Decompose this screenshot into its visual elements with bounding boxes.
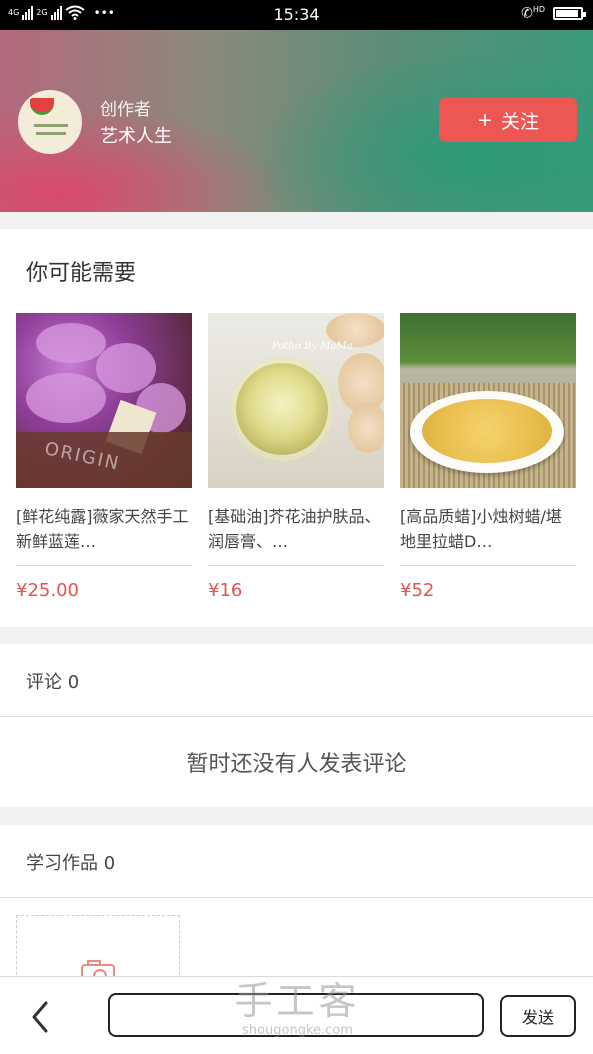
recommend-section: 你可能需要 ORIGIN [鲜花纯露]薇家天然手工新鲜蓝莲… ¥25.00 Po… [0,229,593,627]
watermelon-icon [30,98,54,115]
works-section: 学习作品 0 [0,825,593,995]
back-button[interactable] [28,997,62,1037]
chevron-left-icon [32,1001,48,1033]
product-price: ¥25.00 [16,580,79,601]
works-header: 学习作品 0 [26,853,116,874]
photo-watermark: Potho By MaMa [272,341,353,352]
status-bar: 4G 2G ••• 15:34 ✆HD [0,0,593,30]
product-card[interactable]: ORIGIN [鲜花纯露]薇家天然手工新鲜蓝莲… ¥25.00 [16,313,192,601]
avatar[interactable] [18,90,82,154]
product-price: ¥16 [208,580,243,601]
product-card[interactable]: Potho By MaMa [基础油]芥花油护肤品、润唇膏、… ¥16 [208,313,384,601]
product-price: ¥52 [400,580,435,601]
comments-header: 评论 0 [26,672,80,693]
comments-section: 评论 0 暂时还没有人发表评论 [0,644,593,807]
product-card[interactable]: [高品质蜡]小烛树蜡/堪地里拉蜡D… ¥52 [400,313,576,601]
empty-comments-text: 暂时还没有人发表评论 [186,752,407,777]
flower-photo[interactable]: ORIGIN [16,313,192,488]
divider [208,565,384,566]
clock: 15:34 [273,5,320,24]
box-text: ORIGIN [42,438,123,475]
status-right: ✆HD [521,5,586,22]
send-button[interactable]: 发送 [500,995,576,1037]
product-name[interactable]: [基础油]芥花油护肤品、润唇膏、… [208,504,384,554]
oil-photo[interactable]: Potho By MaMa [208,313,384,488]
bottom-bar: 手工客 shougongke.com 发送 [0,976,593,1054]
divider [400,565,576,566]
section-title: 你可能需要 [26,261,137,286]
author-role: 创作者 [100,100,151,120]
battery-icon [553,6,586,20]
author-header: 创作者 艺术人生 + 关注 [0,30,593,212]
divider [0,897,593,898]
product-name[interactable]: [鲜花纯露]薇家天然手工新鲜蓝莲… [16,504,192,554]
divider [16,565,192,566]
divider [0,716,593,717]
follow-label: 关注 [500,110,539,133]
hd-call-icon: ✆HD [521,5,545,22]
author-name[interactable]: 艺术人生 [100,122,172,148]
comment-input[interactable] [108,993,484,1037]
plus-icon: + [477,109,493,131]
follow-button[interactable]: + 关注 [439,98,577,142]
product-name[interactable]: [高品质蜡]小烛树蜡/堪地里拉蜡D… [400,504,576,554]
wax-photo[interactable] [400,313,576,488]
